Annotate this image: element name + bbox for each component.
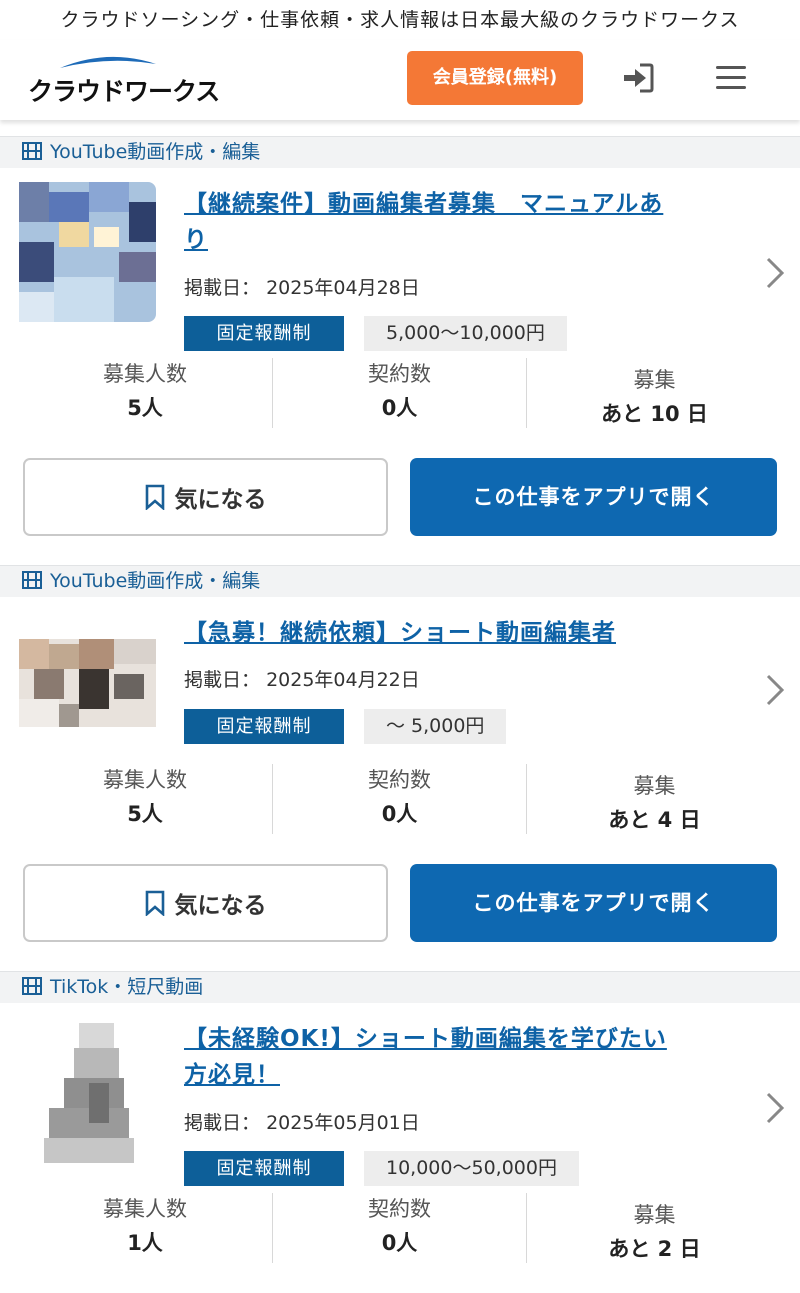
applicants-label: 募集人数 (103, 768, 187, 792)
register-button[interactable]: 会員登録(無料) (407, 51, 583, 105)
chevron-right-icon[interactable] (764, 673, 786, 707)
job-title-link[interactable]: 【急募！継続依頼】ショート動画編集者 (184, 615, 724, 651)
fixed-price-badge: 固定報酬制 (184, 1151, 344, 1186)
bookmark-icon (145, 484, 164, 510)
logo-arc-icon (60, 56, 156, 68)
open-in-app-button[interactable]: この仕事をアプリで開く (410, 458, 777, 536)
recruiting-label: 募集 (633, 368, 676, 392)
posted-date-row: 掲載日： 2025年04月22日 (184, 665, 420, 692)
category-label: YouTube動画作成・編集 (50, 570, 261, 592)
days-left-value: あと 2 日 (608, 1237, 701, 1261)
days-left-value: あと 10 日 (601, 402, 708, 426)
contracts-value: 0人 (381, 1231, 418, 1255)
sign-in-icon[interactable] (620, 60, 656, 96)
contracts-stat: 契約数 0人 (273, 358, 526, 430)
job-title-link[interactable]: 【継続案件】動画編集者募集 マニュアルあ り (184, 186, 724, 258)
fixed-price-badge: 固定報酬制 (184, 709, 344, 744)
deadline-stat: 募集 あと 2 日 (527, 1193, 782, 1265)
applicants-label: 募集人数 (103, 1197, 187, 1221)
applicants-stat: 募集人数 5人 (18, 358, 272, 430)
posted-date: 2025年04月28日 (266, 277, 420, 299)
hamburger-menu-icon[interactable] (716, 64, 746, 92)
posted-label: 掲載日： (184, 1112, 261, 1134)
job-thumbnail (19, 182, 156, 322)
favorite-button[interactable]: 気になる (23, 864, 388, 942)
job-stats: 募集人数 5人 契約数 0人 募集 あと 10 日 (18, 358, 782, 430)
price-range: 〜 5,000円 (364, 709, 507, 744)
job-title-line: 方必見！ (184, 1062, 280, 1088)
job-title-line: 【急募！継続依頼】ショート動画編集者 (184, 620, 616, 646)
job-stats: 募集人数 1人 契約数 0人 募集 あと 2 日 (18, 1193, 782, 1265)
job-thumbnail (19, 639, 156, 727)
contracts-value: 0人 (381, 396, 418, 420)
recruiting-label: 募集 (633, 1203, 676, 1227)
job-thumbnail (19, 1023, 156, 1163)
price-range: 10,000〜50,000円 (364, 1151, 579, 1186)
job-stats: 募集人数 5人 契約数 0人 募集 あと 4 日 (18, 764, 782, 836)
price-range: 5,000〜10,000円 (364, 316, 567, 351)
applicants-value: 5人 (127, 396, 163, 420)
posted-date-row: 掲載日： 2025年04月28日 (184, 273, 420, 300)
applicants-value: 5人 (127, 802, 163, 826)
logo-text: クラウドワークス (28, 77, 220, 106)
category-label: YouTube動画作成・編集 (50, 141, 261, 163)
site-header: クラウドワークス 会員登録(無料) (0, 40, 800, 120)
favorite-label: 気になる (174, 487, 267, 513)
chevron-right-icon[interactable] (764, 1091, 786, 1125)
deadline-stat: 募集 あと 10 日 (527, 358, 782, 430)
category-label: TikTok・短尺動画 (50, 976, 204, 998)
deadline-stat: 募集 あと 4 日 (527, 764, 782, 836)
applicants-stat: 募集人数 5人 (18, 764, 272, 836)
bookmark-icon (145, 890, 164, 916)
contracts-label: 契約数 (368, 1197, 431, 1221)
job-title-line: 【未経験OK!】ショート動画編集を学びたい (184, 1026, 667, 1052)
contracts-stat: 契約数 0人 (273, 1193, 526, 1265)
applicants-label: 募集人数 (103, 362, 187, 386)
favorite-button[interactable]: 気になる (23, 458, 388, 536)
days-left-value: あと 4 日 (608, 808, 701, 832)
posted-date-row: 掲載日： 2025年05月01日 (184, 1108, 420, 1135)
contracts-label: 契約数 (368, 768, 431, 792)
applicants-stat: 募集人数 1人 (18, 1193, 272, 1265)
contracts-stat: 契約数 0人 (273, 764, 526, 836)
open-in-app-button[interactable]: この仕事をアプリで開く (410, 864, 777, 942)
recruiting-label: 募集 (633, 774, 676, 798)
job-category: YouTube動画作成・編集 (0, 565, 800, 597)
chevron-right-icon[interactable] (764, 256, 786, 290)
contracts-label: 契約数 (368, 362, 431, 386)
posted-date: 2025年05月01日 (266, 1112, 420, 1134)
job-category: TikTok・短尺動画 (0, 971, 800, 1003)
posted-date: 2025年04月22日 (266, 669, 420, 691)
contracts-value: 0人 (381, 802, 418, 826)
favorite-label: 気になる (174, 893, 267, 919)
job-title-line: 【継続案件】動画編集者募集 マニュアルあ (184, 191, 664, 217)
posted-label: 掲載日： (184, 669, 261, 691)
film-icon (22, 976, 42, 995)
film-icon (22, 570, 42, 589)
film-icon (22, 141, 42, 160)
posted-label: 掲載日： (184, 277, 261, 299)
job-title-link[interactable]: 【未経験OK!】ショート動画編集を学びたい 方必見！ (184, 1021, 724, 1093)
job-title-line: り (184, 227, 208, 253)
applicants-value: 1人 (127, 1231, 163, 1255)
job-category: YouTube動画作成・編集 (0, 136, 800, 168)
site-tagline: クラウドソーシング・仕事依頼・求人情報は日本最大級のクラウドワークス (60, 9, 740, 31)
fixed-price-badge: 固定報酬制 (184, 316, 344, 351)
crowdworks-logo[interactable]: クラウドワークス (28, 54, 220, 106)
